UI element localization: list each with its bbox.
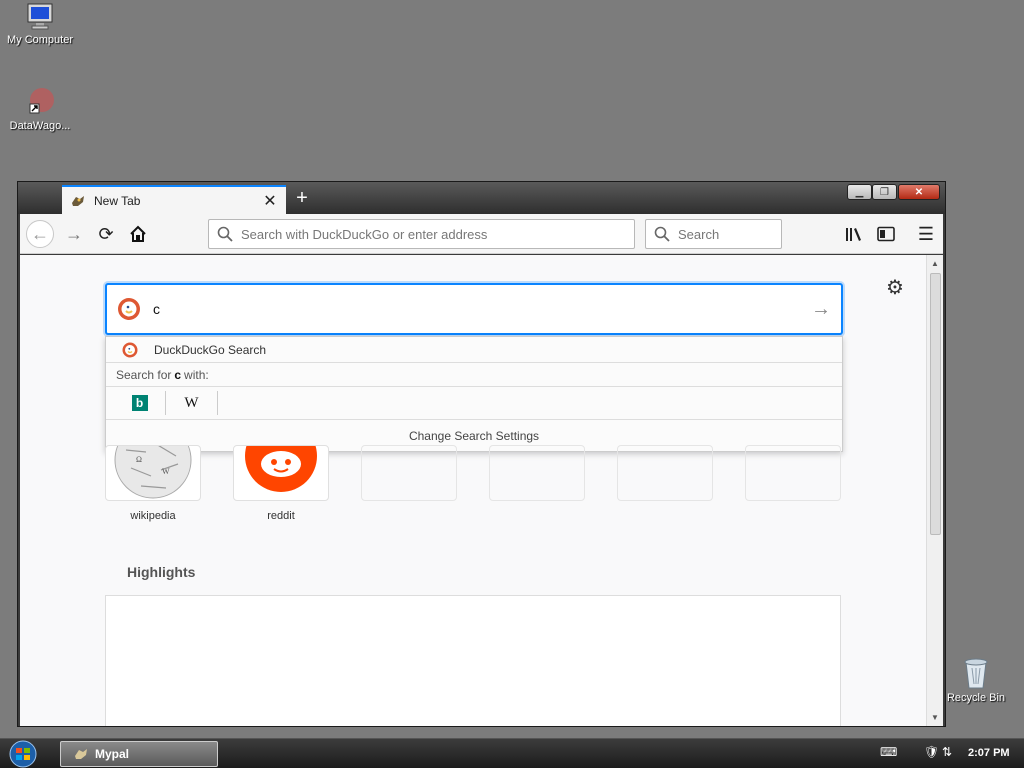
url-bar[interactable]: Search with DuckDuckGo or enter address (208, 219, 635, 249)
mypal-icon (72, 195, 84, 206)
reddit-icon (245, 420, 317, 492)
datawagon-icon (29, 88, 54, 114)
search-bar-placeholder: Search (678, 226, 720, 242)
reload-icon: ⟳ (98, 223, 114, 244)
top-site-label[interactable]: reddit (233, 510, 329, 522)
tab-new-tab[interactable]: New Tab ✕ (62, 185, 286, 214)
tab-title: New Tab (94, 193, 141, 208)
svg-text:W: W (162, 467, 170, 476)
forward-button[interactable]: → (60, 220, 88, 248)
title-bar[interactable]: New Tab ✕ + ▁ ❐ ✕ (18, 182, 945, 214)
scroll-down-icon[interactable]: ▼ (931, 713, 939, 722)
settings-gear-icon[interactable]: ⚙ (886, 275, 904, 300)
top-site-empty (361, 445, 457, 501)
search-suggestions-popup: DuckDuckGo Search Search for c with: b W… (105, 336, 843, 452)
engine-wikipedia-button[interactable]: W (166, 391, 218, 415)
close-window-button[interactable]: ✕ (898, 184, 940, 200)
security-shield-icon[interactable]: 🛡 (924, 745, 939, 759)
network-icon[interactable]: ⇅ (942, 745, 952, 759)
bing-icon: b (131, 395, 148, 411)
desktop-icon-label: My Computer (6, 34, 74, 46)
restore-icon: ❐ (880, 186, 889, 198)
desktop-icon-recycle-bin[interactable]: Recycle Bin (936, 656, 1016, 704)
search-for-suffix: with: (184, 367, 209, 382)
start-button[interactable] (6, 740, 40, 768)
engine-bing-button[interactable]: b (114, 391, 166, 415)
mypal-icon (75, 749, 87, 759)
back-button[interactable]: ← (26, 220, 54, 248)
library-icon (846, 228, 861, 241)
desktop-icon-label: Recycle Bin (946, 692, 1006, 704)
page-search-input[interactable]: c → (105, 283, 843, 335)
clock[interactable]: 2:07 PM (968, 747, 1010, 759)
scroll-thumb[interactable] (930, 273, 941, 535)
duckduckgo-icon (118, 298, 140, 320)
keyboard-icon[interactable]: ⌨ (880, 745, 897, 759)
back-arrow-icon: ← (31, 223, 49, 244)
search-for-prefix: Search for (116, 367, 172, 382)
home-button[interactable] (124, 220, 152, 248)
library-button[interactable] (840, 220, 868, 248)
search-value: c (153, 301, 160, 317)
sidebar-icon (877, 226, 895, 242)
desktop-icon-label: DataWago... (9, 120, 71, 132)
search-icon (217, 226, 233, 242)
maximize-button[interactable]: ❐ (872, 184, 897, 200)
svg-text:Ω: Ω (136, 455, 142, 464)
top-site-label[interactable]: wikipedia (105, 510, 201, 522)
highlights-section (105, 595, 841, 726)
search-for-header: Search for c with: (106, 363, 842, 387)
search-bar[interactable]: Search (645, 219, 782, 249)
taskbar: Mypal ⌨ 🛡 ⇅ 2:07 PM (0, 738, 1024, 768)
top-site-empty (489, 445, 585, 501)
reload-button[interactable]: ⟳ (92, 220, 120, 248)
scroll-up-icon[interactable]: ▲ (931, 259, 939, 268)
home-icon (130, 225, 146, 242)
desktop-icon-my-computer[interactable]: My Computer (0, 2, 80, 46)
close-icon: ✕ (914, 186, 924, 198)
one-off-engines: b W (106, 387, 842, 420)
hamburger-icon: ☰ (917, 223, 935, 244)
new-tab-button[interactable]: + (290, 186, 314, 210)
suggestion-item[interactable]: DuckDuckGo Search (106, 337, 842, 363)
nav-toolbar: ← → ⟳ Search with DuckDuckGo or enter ad… (20, 214, 943, 254)
top-site-reddit[interactable] (233, 420, 329, 501)
tab-close-icon[interactable]: ✕ (262, 191, 278, 211)
change-search-settings-button[interactable]: Change Search Settings (106, 420, 842, 451)
recycle-bin-icon (964, 658, 988, 689)
wikipedia-globe-icon: Ω W (114, 421, 192, 499)
top-site-empty (745, 445, 841, 501)
taskbar-item-label: Mypal (95, 747, 130, 761)
sidebar-button[interactable] (872, 220, 900, 248)
computer-icon (27, 3, 53, 30)
minimize-icon: ▁ (855, 186, 864, 198)
go-arrow-icon[interactable]: → (811, 298, 831, 321)
top-site-empty (617, 445, 713, 501)
highlights-heading: Highlights (127, 564, 196, 580)
change-search-settings-label: Change Search Settings (408, 428, 540, 443)
desktop-icon-datawagon[interactable]: DataWago... (0, 86, 80, 132)
menu-button[interactable]: ☰ (912, 220, 940, 248)
taskbar-item-mypal[interactable]: Mypal (60, 741, 218, 767)
wikipedia-icon: W (184, 394, 199, 411)
search-icon (654, 226, 670, 242)
search-for-term: c (174, 367, 182, 382)
url-bar-placeholder: Search with DuckDuckGo or enter address (241, 226, 488, 242)
top-site-wikipedia[interactable]: Ω W (105, 421, 201, 501)
vertical-scrollbar[interactable]: ▲ ▼ (926, 255, 943, 726)
forward-arrow-icon: → (65, 223, 83, 244)
browser-window: New Tab ✕ + ▁ ❐ ✕ ← → ⟳ Search with Duck… (17, 181, 946, 727)
minimize-button[interactable]: ▁ (847, 184, 872, 200)
new-tab-page: ⚙ c → DuckDuckGo Search Search for c wit… (20, 255, 926, 726)
duckduckgo-icon (122, 342, 138, 357)
suggestion-label: DuckDuckGo Search (154, 342, 267, 357)
